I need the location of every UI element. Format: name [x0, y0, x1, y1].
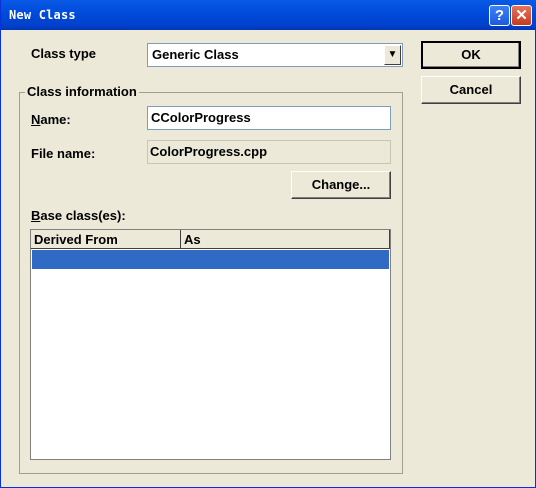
dropdown-arrow-icon[interactable]: ▼	[384, 45, 401, 65]
change-button[interactable]: Change...	[291, 171, 391, 199]
class-type-dropdown[interactable]: Generic Class ▼	[147, 43, 403, 67]
window-title: New Class	[9, 8, 76, 22]
name-label-text: ame:	[40, 112, 71, 127]
base-classes-mnemonic: B	[31, 208, 41, 223]
cancel-button[interactable]: Cancel	[421, 76, 521, 104]
class-type-value: Generic Class	[152, 47, 239, 62]
list-row-selected[interactable]	[32, 250, 389, 269]
file-name-field: ColorProgress.cpp	[147, 140, 391, 164]
title-bar[interactable]: New Class ? ✕	[1, 0, 536, 30]
help-button[interactable]: ?	[489, 5, 510, 26]
class-information-legend: Class information	[25, 84, 139, 99]
class-type-label: Class type	[31, 46, 97, 61]
new-class-dialog: New Class ? ✕ Class type Generic Class ▼…	[0, 0, 536, 488]
file-name-value: ColorProgress.cpp	[150, 144, 268, 159]
name-label-mnemonic: N	[31, 112, 41, 127]
base-classes-label: Base class(es):	[31, 208, 126, 223]
close-button[interactable]: ✕	[511, 5, 532, 26]
name-label: Name:	[31, 112, 71, 127]
close-icon: ✕	[515, 7, 528, 24]
name-field[interactable]: CColorProgress	[147, 106, 391, 130]
base-classes-label-text: ase class(es):	[40, 208, 126, 223]
file-name-label: File name:	[31, 146, 96, 161]
column-header-as[interactable]: As	[181, 230, 390, 249]
base-classes-list[interactable]: Derived From As	[30, 229, 391, 460]
column-header-derived-from[interactable]: Derived From	[31, 230, 181, 249]
question-mark-icon: ?	[494, 7, 505, 24]
ok-button[interactable]: OK	[421, 41, 521, 69]
name-field-value: CColorProgress	[151, 110, 251, 125]
